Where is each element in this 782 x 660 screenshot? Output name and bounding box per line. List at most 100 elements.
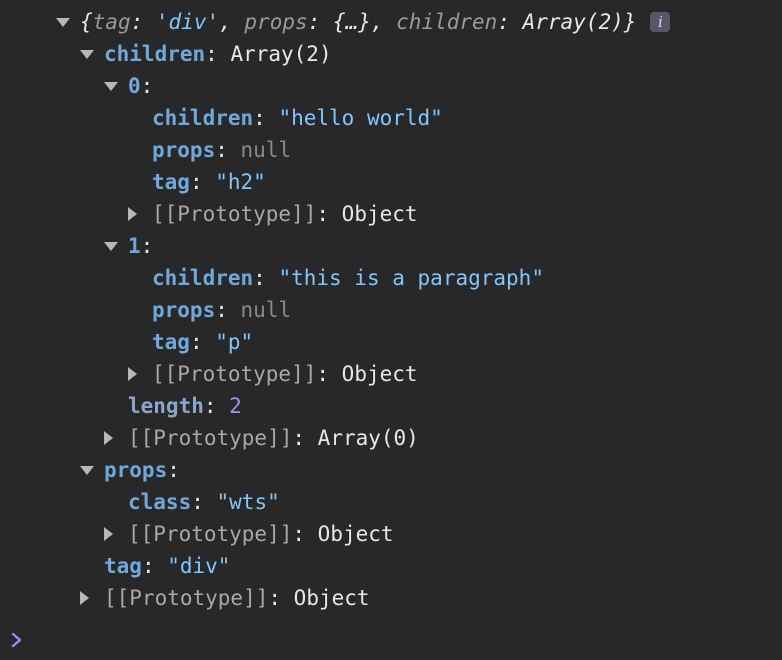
array-item-1-row[interactable]: 1 : xyxy=(104,230,153,262)
prototype-key: [[Prototype]] xyxy=(152,362,317,386)
console-panel: { tag : 'div' , props : {…} , children :… xyxy=(0,0,782,660)
string-value: "hello world" xyxy=(278,106,443,130)
null-value: null xyxy=(240,138,292,162)
summary-comma: , xyxy=(219,10,245,34)
number-value: 2 xyxy=(229,394,242,418)
expand-toggle[interactable] xyxy=(104,230,128,262)
caret-down-icon xyxy=(104,81,118,91)
string-value: "this is a paragraph" xyxy=(278,266,544,290)
property-sep: : xyxy=(292,522,318,546)
property-sep: : xyxy=(215,298,241,322)
caret-down-icon xyxy=(56,17,70,27)
console-prompt[interactable] xyxy=(10,628,24,652)
chevron-right-icon xyxy=(11,632,22,648)
item0-children-row: children : "hello world" xyxy=(152,102,443,134)
summary-value-tag: 'div' xyxy=(155,10,220,34)
expand-toggle[interactable] xyxy=(104,422,128,454)
property-key: tag xyxy=(152,330,190,354)
item0-tag-row: tag : "h2" xyxy=(152,166,266,198)
prototype-key: [[Prototype]] xyxy=(104,586,269,610)
caret-right-icon xyxy=(128,207,137,221)
prototype-key: [[Prototype]] xyxy=(128,522,293,546)
item1-tag-row: tag : "p" xyxy=(152,326,253,358)
summary-value-children: Array(2) xyxy=(522,10,624,34)
caret-right-icon xyxy=(104,431,113,445)
caret-down-icon xyxy=(104,241,118,251)
children-row[interactable]: children : Array(2) xyxy=(80,38,332,70)
string-value: "div" xyxy=(167,554,231,578)
caret-right-icon xyxy=(128,367,137,381)
summary-sep: : xyxy=(497,10,523,34)
props-class-row: class : "wts" xyxy=(128,486,280,518)
property-sep: : xyxy=(203,394,230,418)
property-sep: : xyxy=(191,490,217,514)
property-sep: : xyxy=(189,330,216,354)
info-icon[interactable]: i xyxy=(650,12,671,32)
brace-open: { xyxy=(80,10,93,34)
item1-children-row: children : "this is a paragraph" xyxy=(152,262,544,294)
null-value: null xyxy=(240,298,292,322)
item0-prototype-row[interactable]: [[Prototype]] : Object xyxy=(128,198,418,230)
property-sep: : xyxy=(268,586,294,610)
property-sep: : xyxy=(141,554,168,578)
property-sep: : xyxy=(292,426,318,450)
expand-toggle[interactable] xyxy=(104,518,128,550)
brace-close: } xyxy=(623,10,637,34)
property-key: tag xyxy=(152,170,190,194)
property-sep: : xyxy=(140,234,154,258)
expand-toggle[interactable] xyxy=(128,358,152,390)
expand-toggle[interactable] xyxy=(56,6,80,38)
summary-sep: : xyxy=(307,10,333,34)
caret-down-icon xyxy=(80,49,94,59)
property-key: children xyxy=(152,266,254,290)
property-sep: : xyxy=(253,266,279,290)
property-sep: : xyxy=(140,74,154,98)
property-key: props xyxy=(152,298,216,322)
array-item-0-row[interactable]: 0 : xyxy=(104,70,153,102)
string-value: "p" xyxy=(215,330,254,354)
root-object-row[interactable]: { tag : 'div' , props : {…} , children :… xyxy=(56,6,671,38)
caret-right-icon xyxy=(104,527,113,541)
property-sep: : xyxy=(316,202,342,226)
string-value: "h2" xyxy=(215,170,266,194)
prototype-value: Object xyxy=(317,522,394,546)
string-value: "wts" xyxy=(216,490,280,514)
prototype-value: Object xyxy=(341,202,418,226)
property-sep: : xyxy=(167,458,180,482)
expand-toggle[interactable] xyxy=(128,198,152,230)
expand-toggle[interactable] xyxy=(80,582,104,614)
prototype-key: [[Prototype]] xyxy=(152,202,317,226)
item1-props-row: props : null xyxy=(152,294,291,326)
summary-key-children: children xyxy=(396,10,498,34)
property-sep: : xyxy=(205,42,231,66)
property-key: length xyxy=(128,394,204,418)
summary-comma: , xyxy=(370,10,397,34)
caret-right-icon xyxy=(80,591,89,605)
property-key: tag xyxy=(104,554,142,578)
property-sep: : xyxy=(253,106,279,130)
item0-props-row: props : null xyxy=(152,134,291,166)
summary-key-tag: tag xyxy=(92,10,131,34)
prototype-value: Array(0) xyxy=(317,426,419,450)
property-value: Array(2) xyxy=(230,42,332,66)
array-prototype-row[interactable]: [[Prototype]] : Array(0) xyxy=(104,422,419,454)
expand-toggle[interactable] xyxy=(104,70,128,102)
props-row[interactable]: props : xyxy=(80,454,180,486)
prototype-value: Object xyxy=(293,586,370,610)
summary-sep: : xyxy=(130,10,156,34)
array-index: 0 xyxy=(128,74,141,98)
tag-row: tag : "div" xyxy=(104,550,230,582)
props-prototype-row[interactable]: [[Prototype]] : Object xyxy=(104,518,394,550)
summary-value-props: {…} xyxy=(332,10,371,34)
prototype-key: [[Prototype]] xyxy=(128,426,293,450)
array-index: 1 xyxy=(128,234,141,258)
expand-toggle[interactable] xyxy=(80,38,104,70)
property-sep: : xyxy=(215,138,241,162)
property-key: class xyxy=(128,490,192,514)
property-sep: : xyxy=(316,362,342,386)
expand-toggle[interactable] xyxy=(80,454,104,486)
summary-key-props: props xyxy=(244,10,308,34)
item1-prototype-row[interactable]: [[Prototype]] : Object xyxy=(128,358,418,390)
length-row: length : 2 xyxy=(128,390,242,422)
root-prototype-row[interactable]: [[Prototype]] : Object xyxy=(80,582,370,614)
